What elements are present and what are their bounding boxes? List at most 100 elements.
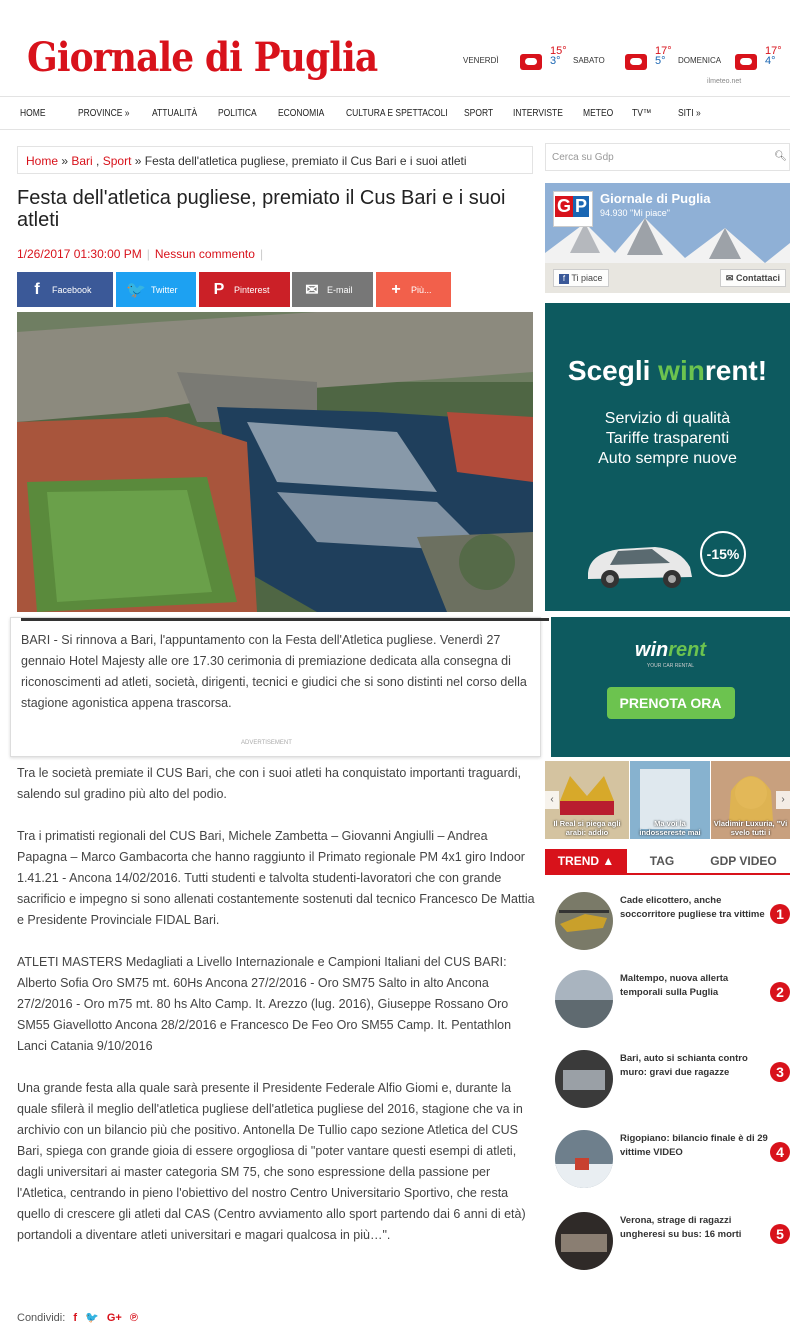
search-input[interactable]: Cerca su Gdp 🔍︎ (545, 143, 790, 171)
weather-temp: 17° 5° (655, 45, 672, 67)
trend-title[interactable]: Rigopiano: bilancio finale è di 29 vitti… (620, 1132, 770, 1160)
mail-icon: ✉ (725, 273, 734, 283)
weather-day: DOMENICA (678, 56, 722, 65)
fb-like-button[interactable]: f Ti piace (553, 269, 609, 287)
breadcrumb-separator: » (58, 154, 72, 168)
search-placeholder: Cerca su Gdp (552, 152, 614, 163)
trend-item[interactable]: Verona, strage di ragazzi ungheresi su b… (550, 1212, 790, 1272)
fb-like-count: 94.930 "Mi piace" (600, 208, 670, 218)
facebook-page-widget[interactable]: GP Giornale di Puglia 94.930 "Mi piace" … (545, 183, 790, 293)
article-paragraph: Una grande festa alla quale sarà present… (17, 1081, 526, 1242)
article-body: Tra le società premiate il CUS Bari, che… (17, 763, 537, 1267)
breadcrumb: Home » Bari , Sport » Festa dell'atletic… (17, 146, 533, 174)
slider-item[interactable]: Ma voi la indossereste mai (630, 761, 710, 839)
weather-day: SABATO (573, 56, 605, 65)
facebook-icon: f (559, 274, 569, 284)
trend-number: 5 (770, 1224, 790, 1244)
nav-tv[interactable]: TV™ (632, 108, 651, 119)
nav-interviste[interactable]: INTERVISTE (513, 108, 563, 119)
slider-prev-arrow[interactable]: ‹ (545, 791, 559, 809)
winrent-tagline: YOUR CAR RENTAL (646, 663, 695, 669)
fb-like-label: Ti piace (571, 273, 603, 283)
article-paragraph: Tra le società premiate il CUS Bari, che… (17, 766, 521, 801)
nav-sport[interactable]: SPORT (464, 108, 493, 119)
cloud-icon (520, 54, 542, 70)
article-photo (17, 312, 533, 612)
comments-link[interactable]: Nessun commento (155, 247, 255, 261)
google-plus-icon[interactable]: G+ (107, 1312, 122, 1324)
sidebar-tabs: TREND ▲ TAG GDP VIDEO (545, 849, 790, 875)
winrent-ad-banner[interactable]: Scegli winrent! Servizio di qualità Tari… (545, 303, 790, 611)
nav-economia[interactable]: ECONOMIA (278, 108, 324, 119)
share-label: E-mail (327, 284, 353, 295)
winrent-booking-ad[interactable]: winrent YOUR CAR RENTAL PRENOTA ORA (551, 617, 790, 757)
share-email-button[interactable]: ✉ E-mail (292, 272, 373, 307)
trend-number: 3 (770, 1062, 790, 1082)
prenota-ora-button[interactable]: PRENOTA ORA (606, 687, 735, 719)
trend-thumbnail (555, 1050, 613, 1108)
nav-politica[interactable]: POLITICA (218, 108, 257, 119)
share-more-button[interactable]: + Più... (376, 272, 451, 307)
trend-title[interactable]: Verona, strage di ragazzi ungheresi su b… (620, 1214, 770, 1242)
slider-next-arrow[interactable]: › (776, 791, 790, 809)
trend-title[interactable]: Cade elicottero, anche soccorritore pugl… (620, 894, 770, 922)
discount-badge: -15% (700, 531, 746, 577)
breadcrumb-separator: » (131, 154, 145, 168)
fb-page-name[interactable]: Giornale di Puglia (600, 191, 711, 206)
article-date[interactable]: 1/26/2017 01:30:00 PM (17, 247, 142, 261)
trend-item[interactable]: Bari, auto si schianta contro muro: grav… (550, 1050, 790, 1110)
article-paragraph: Tra i primatisti regionali del CUS Bari,… (17, 829, 535, 927)
excerpt-text: BARI - Si rinnova a Bari, l'appuntamento… (21, 633, 527, 710)
article-excerpt: BARI - Si rinnova a Bari, l'appuntamento… (10, 617, 549, 757)
share-footer-label: Condividi: (17, 1312, 66, 1324)
share-label: Pinterest (234, 284, 270, 295)
nav-attualita[interactable]: ATTUALITÀ (152, 108, 197, 119)
cloud-icon (625, 54, 647, 70)
weather-day: VENERDÌ (463, 56, 499, 65)
article-title: Festa dell'atletica pugliese, premiato i… (17, 187, 506, 231)
trend-item[interactable]: Rigopiano: bilancio finale è di 29 vitti… (550, 1130, 790, 1190)
facebook-icon[interactable]: f (73, 1312, 77, 1324)
share-footer: Condividi: f 🐦 G+ ℗ (17, 1311, 138, 1324)
nav-home[interactable]: HOME (20, 108, 46, 119)
weather-temp: 17° 4° (765, 45, 782, 67)
weather-temp: 15° 3° (550, 45, 567, 67)
facebook-icon: f (34, 280, 40, 298)
breadcrumb-sport[interactable]: Sport (103, 154, 132, 168)
trend-number: 2 (770, 982, 790, 1002)
search-icon[interactable]: 🔍︎ (774, 151, 787, 162)
pinterest-icon[interactable]: ℗ (130, 1312, 138, 1324)
trend-thumbnail (555, 1212, 613, 1270)
share-facebook-button[interactable]: f Facebook (17, 272, 113, 307)
trend-number: 4 (770, 1142, 790, 1162)
share-pinterest-button[interactable]: P Pinterest (199, 272, 290, 307)
tab-gdp-video[interactable]: GDP VIDEO (697, 849, 790, 873)
nav-siti[interactable]: SITI » (678, 108, 701, 119)
site-logo[interactable]: Giornale di Puglia (27, 34, 378, 81)
nav-meteo[interactable]: METEO (583, 108, 613, 119)
twitter-icon[interactable]: 🐦 (85, 1312, 99, 1324)
ad-label: ADVERTISEMENT (241, 740, 292, 746)
share-label: Più... (411, 284, 432, 295)
nav-cultura[interactable]: CULTURA E SPETTACOLI (346, 108, 448, 119)
trend-title[interactable]: Maltempo, nuova allerta temporali sulla … (620, 972, 770, 1000)
nav-province[interactable]: PROVINCE » (78, 108, 129, 119)
article-meta: 1/26/2017 01:30:00 PM | Nessun commento | (17, 247, 264, 261)
tab-tag[interactable]: TAG (627, 849, 697, 873)
fb-contact-button[interactable]: ✉ Contattaci (719, 269, 786, 287)
trend-item[interactable]: Cade elicottero, anche soccorritore pugl… (550, 892, 790, 952)
trend-title[interactable]: Bari, auto si schianta contro muro: grav… (620, 1052, 770, 1080)
breadcrumb-home[interactable]: Home (26, 154, 58, 168)
ad-subtext: Servizio di qualità Tariffe trasparenti … (598, 410, 737, 467)
trend-item[interactable]: Maltempo, nuova allerta temporali sulla … (550, 970, 790, 1030)
weather-source[interactable]: ilmeteo.net (707, 78, 741, 85)
trend-number: 1 (770, 904, 790, 924)
gdp-logo: GP (553, 191, 593, 227)
breadcrumb-bari[interactable]: Bari (71, 154, 92, 168)
tab-trend[interactable]: TREND ▲ (545, 849, 627, 873)
main-nav: HOME PROVINCE » ATTUALITÀ POLITICA ECONO… (0, 96, 790, 130)
share-twitter-button[interactable]: 🐦 Twitter (116, 272, 196, 307)
excerpt-divider (21, 618, 549, 621)
share-label: Twitter (151, 284, 178, 295)
car-image (588, 547, 692, 588)
